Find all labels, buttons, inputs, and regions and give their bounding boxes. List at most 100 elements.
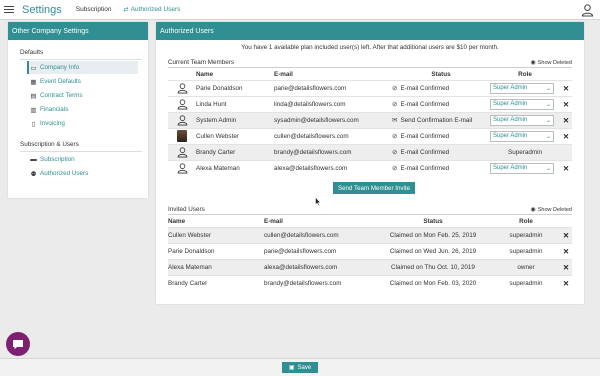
divider	[168, 214, 572, 215]
send-confirmation-link[interactable]: ✉ Send Confirmation E-mail	[392, 116, 490, 125]
document-icon: ▤	[30, 92, 37, 100]
table-row: Cullen Webster cullen@detailsflowers.com…	[168, 127, 572, 144]
role-select[interactable]: Super Admin ⌄	[490, 82, 554, 94]
check-circle-icon: ⊘	[392, 165, 398, 173]
role-select[interactable]: Super Admin ⌄	[490, 130, 554, 142]
role-value: Superadmin	[490, 143, 560, 160]
invite-role: superadmin	[492, 274, 560, 291]
chat-bubble-icon	[13, 339, 23, 349]
invite-role: superadmin	[492, 242, 560, 259]
table-row: Cullen Webster cullen@detailsflowers.com…	[168, 226, 572, 243]
sidebar-item-event-defaults[interactable]: ▦ Event Defaults	[27, 75, 138, 88]
column-header: Status	[431, 71, 451, 79]
chevron-down-icon: ⌄	[545, 165, 551, 172]
check-circle-icon: ⊘	[392, 133, 398, 140]
member-email: linda@detailsflowers.com	[274, 95, 392, 112]
calendar-icon: ▦	[30, 78, 37, 86]
authorized-users-panel: Authorized Users You have 1 available pl…	[156, 22, 584, 304]
footer-bar: ▣ Save	[0, 358, 600, 376]
invite-role: superadmin	[492, 226, 560, 243]
role-select[interactable]: Super Admin ⌄	[490, 114, 554, 126]
role-value: Super Admin	[493, 117, 528, 123]
column-header: Status	[423, 218, 443, 226]
member-email: parie@detailsflowers.com	[274, 79, 392, 96]
invited-users-title: Invited Users	[168, 206, 205, 213]
show-deleted-toggle[interactable]: ◉ Show Deleted	[530, 206, 573, 214]
sidebar-item-label: Financials	[40, 106, 69, 113]
plan-notice: You have 1 available plan included user(…	[241, 44, 499, 51]
avatar-icon	[177, 147, 187, 158]
sidebar-item-financials[interactable]: ▥ Financials	[27, 103, 138, 116]
invite-status: Claimed on Thu Oct. 10, 2019	[374, 258, 492, 275]
member-status: E-mail Confirmed	[400, 148, 450, 156]
role-select[interactable]: Super Admin ⌄	[490, 98, 554, 110]
chat-launcher-button[interactable]	[6, 332, 30, 356]
invite-name: Brandy Carter	[168, 274, 264, 291]
invite-email: cullen@detailsflowers.com	[264, 226, 374, 243]
user-account-icon[interactable]	[581, 3, 594, 17]
users-icon: ⇄	[123, 7, 129, 13]
top-bar: Settings Subscription ⇄ Authorized Users	[0, 0, 600, 20]
delete-member-button[interactable]: ✕	[560, 111, 572, 128]
delete-invite-button[interactable]: ✕	[560, 274, 572, 291]
member-name: Cullen Webster	[196, 127, 274, 144]
save-button[interactable]: ▣ Save	[282, 362, 318, 373]
delete-member-button[interactable]: ✕	[560, 79, 572, 96]
divider	[20, 151, 142, 152]
invite-status: Claimed on Wed Jun. 26, 2019	[374, 242, 492, 259]
member-status: E-mail Confirmed	[400, 164, 450, 172]
member-name: System Admin	[196, 111, 274, 128]
member-email: sysadmin@detailsflowers.com	[274, 111, 392, 128]
hamburger-menu-icon[interactable]	[4, 5, 14, 14]
table-row: Alexa Mateman alexa@detailsflowers.com C…	[168, 258, 572, 275]
sidebar-title: Other Company Settings	[8, 22, 148, 40]
tab-subscription[interactable]: Subscription	[76, 6, 112, 13]
check-circle-icon: ⊘	[392, 85, 398, 92]
delete-invite-button[interactable]: ✕	[560, 258, 572, 275]
sidebar-item-authorized-users[interactable]: ⚉ Authorized Users	[27, 167, 138, 180]
current-members-table: Name E-mail Status Role Parie Donaldson …	[168, 70, 572, 176]
invite-status: Claimed on Mon Feb. 25, 2019	[374, 226, 492, 243]
column-header: E-mail	[274, 71, 293, 79]
sidebar-item-invoicing[interactable]: ▯ Invoicing	[27, 117, 138, 130]
column-header: Role	[518, 71, 532, 79]
delete-invite-button[interactable]: ✕	[560, 226, 572, 243]
column-header: Name	[168, 218, 186, 226]
table-row: Parie Donaldson parie@detailsflowers.com…	[168, 79, 572, 96]
delete-member-button[interactable]: ✕	[560, 127, 572, 144]
eye-icon: ◉	[530, 207, 536, 213]
users-icon: ⚉	[30, 170, 37, 178]
chevron-down-icon: ⌄	[545, 101, 551, 108]
divider	[20, 59, 142, 60]
table-row: Alexa Mateman alexa@detailsflowers.com ⊘…	[168, 159, 572, 176]
settings-sidebar: Other Company Settings Defaults ▭ Company…	[8, 22, 148, 198]
sidebar-item-contract-terms[interactable]: ▤ Contract Terms	[27, 89, 138, 102]
role-value: Super Admin	[493, 85, 528, 91]
member-email: alexa@detailsflowers.com	[274, 159, 392, 176]
sidebar-group-title: Subscription & Users	[20, 141, 79, 148]
delete-member-button[interactable]: ✕	[560, 159, 572, 176]
sidebar-item-company-info[interactable]: ▭ Company Info	[27, 61, 138, 74]
show-deleted-label: Show Deleted	[537, 206, 572, 213]
member-status: E-mail Confirmed	[400, 132, 450, 140]
delete-invite-button[interactable]: ✕	[560, 242, 572, 259]
envelope-icon: ✉	[392, 117, 398, 124]
floppy-disk-icon: ▣	[288, 365, 295, 371]
show-deleted-toggle[interactable]: ◉ Show Deleted	[530, 59, 573, 67]
role-select[interactable]: Super Admin ⌄	[490, 162, 554, 174]
member-email: cullen@detailsflowers.com	[274, 127, 392, 144]
tab-authorized-users[interactable]: ⇄ Authorized Users	[124, 6, 181, 13]
delete-member-button[interactable]: ✕	[560, 95, 572, 112]
eye-icon: ◉	[530, 60, 536, 66]
invite-email: alexa@detailsflowers.com	[264, 258, 374, 275]
table-row: System Admin sysadmin@detailsflowers.com…	[168, 111, 572, 128]
chevron-down-icon: ⌄	[545, 117, 551, 124]
send-invite-button[interactable]: Send Team Member Invite	[333, 182, 415, 194]
sidebar-item-subscription[interactable]: ▬ Subscription	[27, 153, 138, 166]
divider	[168, 67, 572, 68]
invite-name: Cullen Webster	[168, 226, 264, 243]
column-header: Role	[519, 218, 533, 226]
sidebar-item-label: Invoicing	[40, 120, 65, 127]
current-members-title: Current Team Members	[168, 59, 235, 66]
panel-title: Authorized Users	[156, 22, 584, 40]
